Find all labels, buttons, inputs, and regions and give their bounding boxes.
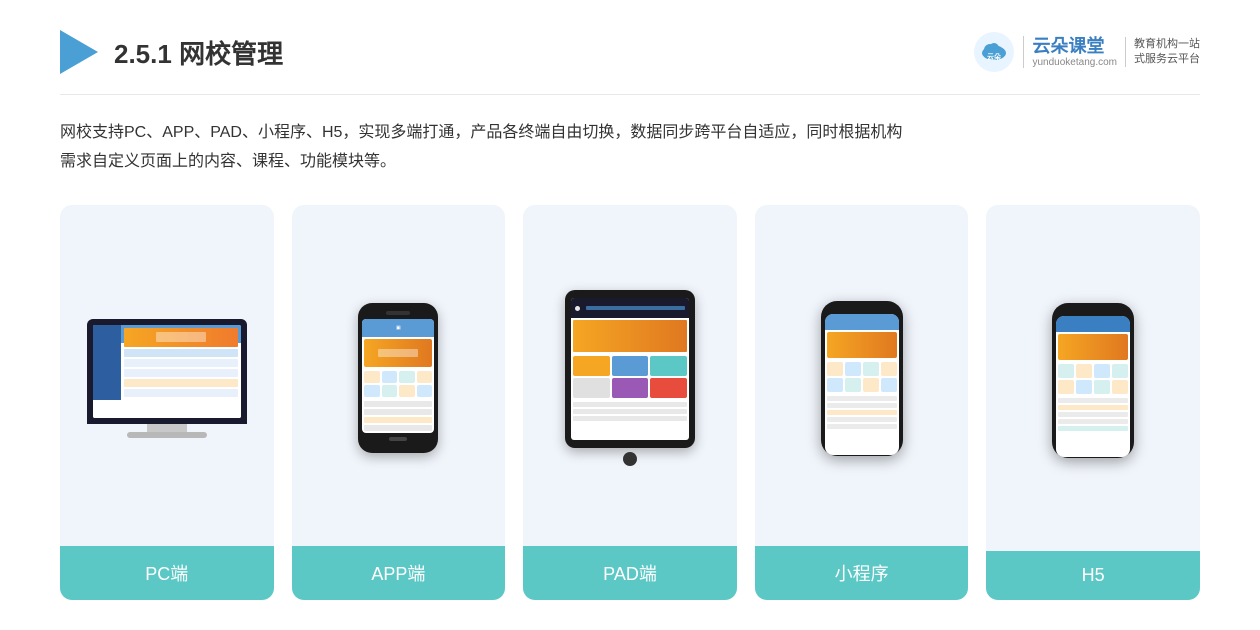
brand-url: yunduoketang.com: [1032, 57, 1117, 68]
card-pc-label: PC端: [60, 546, 274, 600]
card-pad-image: [523, 205, 737, 546]
card-app: ▣: [292, 205, 506, 600]
header-left: 2.5.1 网校管理: [60, 30, 283, 74]
cards-container: PC端 ▣: [60, 205, 1200, 600]
card-h5: H5: [986, 205, 1200, 600]
brand-slogan: 教育机构一站 式服务云平台: [1125, 37, 1200, 68]
description: 网校支持PC、APP、PAD、小程序、H5，实现多端打通，产品各终端自由切换，数…: [60, 119, 1200, 177]
brand-logo: 云朵 云朵课堂 yunduoketang.com 教育机构一站 式服务云平台: [973, 31, 1200, 73]
monitor-mockup: [87, 319, 247, 438]
card-app-image: ▣: [292, 205, 506, 546]
card-pad: PAD端: [523, 205, 737, 600]
card-pad-label: PAD端: [523, 546, 737, 600]
cloud-icon: 云朵: [973, 31, 1015, 73]
card-pc: PC端: [60, 205, 274, 600]
phone-app-mockup: ▣: [358, 303, 438, 453]
phone-mini-mockup: [821, 301, 903, 456]
svg-text:云朵: 云朵: [987, 52, 1002, 61]
card-miniprogram: 小程序: [755, 205, 969, 600]
card-h5-label: H5: [986, 551, 1200, 600]
tablet-mockup: [565, 290, 695, 466]
phone-h5-mockup: [1052, 303, 1134, 458]
page-wrapper: 2.5.1 网校管理 云朵 云朵课堂 yunduoketang.com: [0, 0, 1260, 630]
card-pc-image: [60, 205, 274, 546]
header-right: 云朵 云朵课堂 yunduoketang.com 教育机构一站 式服务云平台: [973, 31, 1200, 73]
card-app-label: APP端: [292, 546, 506, 600]
card-h5-image: [986, 205, 1200, 551]
brand-text: 云朵课堂 yunduoketang.com: [1023, 36, 1117, 69]
header: 2.5.1 网校管理 云朵 云朵课堂 yunduoketang.com: [60, 30, 1200, 95]
page-title: 2.5.1 网校管理: [114, 34, 283, 71]
brand-name: 云朵课堂: [1032, 36, 1117, 58]
description-line2: 需求自定义页面上的内容、课程、功能模块等。: [60, 148, 1200, 177]
description-line1: 网校支持PC、APP、PAD、小程序、H5，实现多端打通，产品各终端自由切换，数…: [60, 119, 1200, 148]
card-miniprogram-image: [755, 205, 969, 546]
card-miniprogram-label: 小程序: [755, 546, 969, 600]
logo-triangle-icon: [60, 30, 98, 74]
